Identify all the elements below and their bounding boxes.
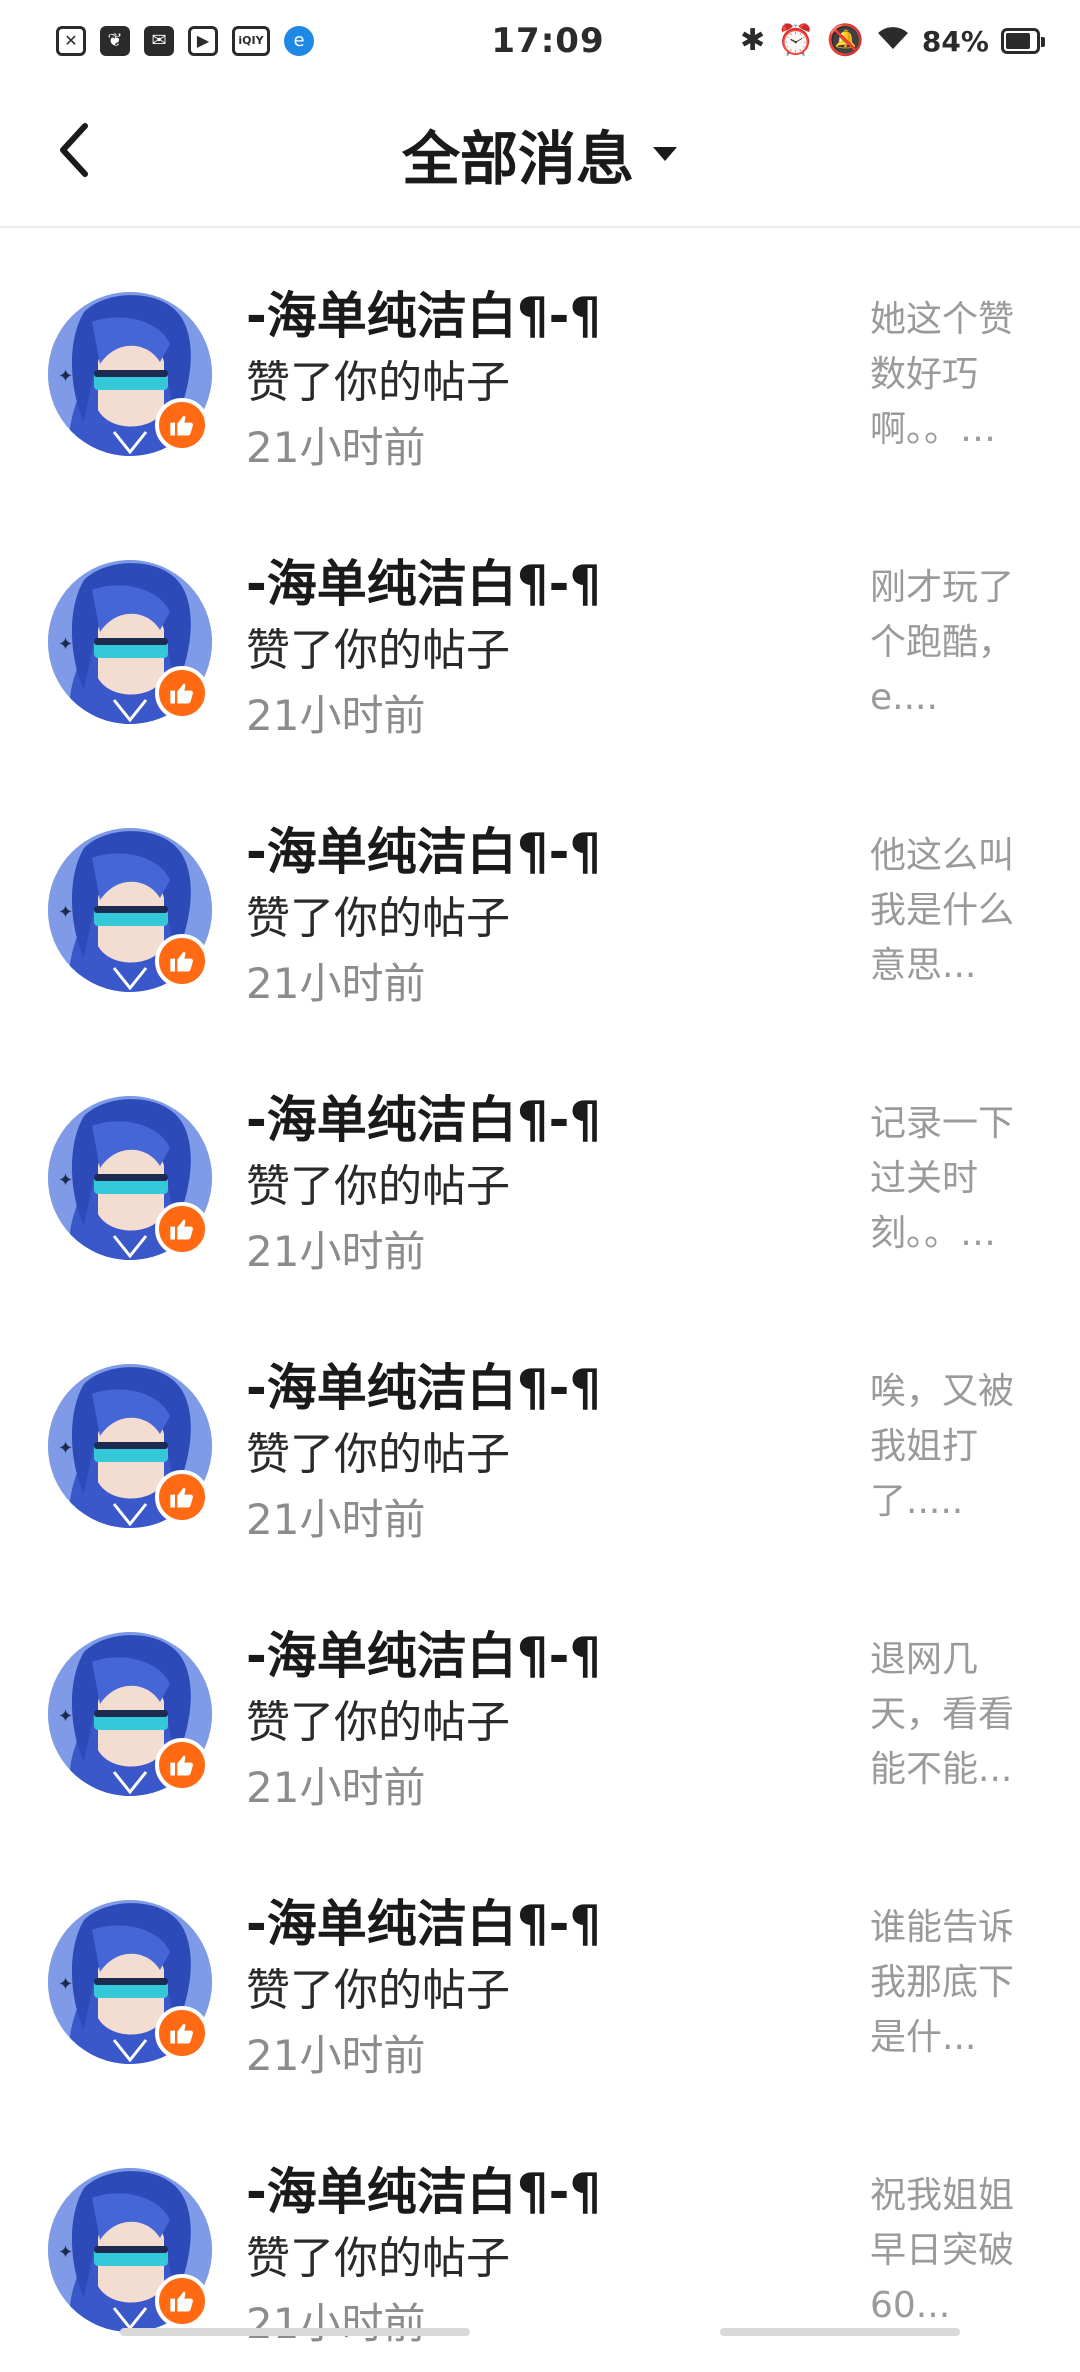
like-badge: [155, 398, 209, 452]
status-bar-app-icons: ✕ ❦ ✉ ▶ iQIY e: [56, 26, 356, 56]
message-item[interactable]: ✦ -海单纯洁白¶-¶ 赞了你的帖子 21小时前 退网几 天，看看 能不能...: [0, 1568, 1080, 1836]
thumbs-up-icon: [170, 683, 193, 704]
battery-icon: [1000, 28, 1046, 54]
svg-text:✦: ✦: [58, 2242, 73, 2263]
message-item[interactable]: ✦ -海单纯洁白¶-¶ 赞了你的帖子 21小时前 她这个赞 数好巧 啊。。…: [0, 228, 1080, 496]
like-badge: [155, 2006, 209, 2060]
message-action-text: 赞了你的帖子: [246, 1429, 510, 1480]
message-timestamp: 21小时前: [246, 1495, 426, 1544]
svg-text:✦: ✦: [58, 366, 73, 387]
edge-icon: e: [284, 26, 314, 56]
battery-level: [1005, 33, 1031, 49]
like-badge: [155, 2274, 209, 2328]
message-timestamp: 21小时前: [246, 1763, 426, 1812]
back-button[interactable]: [44, 120, 104, 180]
post-preview[interactable]: 记录一下 过关时 刻。。…: [870, 1096, 1030, 1261]
message-action-text: 赞了你的帖子: [246, 625, 510, 676]
message-action-text: 赞了你的帖子: [246, 1965, 510, 2016]
scroll-indicator: [120, 2328, 470, 2336]
chevron-left-icon: [60, 123, 88, 177]
sender-name[interactable]: -海单纯洁白¶-¶: [246, 1348, 601, 1420]
post-preview[interactable]: 唉，又被 我姐打 了.....: [870, 1364, 1030, 1529]
status-time: 17:09: [491, 21, 605, 61]
scroll-indicator-secondary: [720, 2328, 960, 2336]
like-badge: [155, 1202, 209, 1256]
status-bar: ✕ ❦ ✉ ▶ iQIY e 17:09 ✱ ⏰ 🔕 84%: [0, 0, 1080, 82]
like-badge: [155, 666, 209, 720]
thumbs-up-icon: [170, 415, 193, 436]
message-timestamp: 21小时前: [246, 423, 426, 472]
play-icon: ▶: [188, 26, 218, 56]
status-bar-system-icons: ✱ ⏰ 🔕 84%: [740, 23, 1046, 58]
sender-name[interactable]: -海单纯洁白¶-¶: [246, 2152, 601, 2224]
iqiyi-icon: iQIY: [232, 26, 270, 56]
mute-icon: 🔕: [826, 23, 864, 58]
thumbs-up-icon: [170, 2291, 193, 2312]
thumbs-up-icon: [170, 1487, 193, 1508]
like-badge: [155, 1470, 209, 1524]
post-preview[interactable]: 刚才玩了 个跑酷， e....: [870, 560, 1030, 725]
message-timestamp: 21小时前: [246, 691, 426, 740]
sender-name[interactable]: -海单纯洁白¶-¶: [246, 1884, 601, 1956]
post-preview[interactable]: 他这么叫 我是什么 意思...: [870, 828, 1030, 993]
message-action-text: 赞了你的帖子: [246, 893, 510, 944]
alarm-icon: ⏰: [777, 23, 815, 58]
message-timestamp: 21小时前: [246, 1227, 426, 1276]
message-filter-dropdown[interactable]: 全部消息: [402, 112, 678, 196]
thumbs-up-icon: [170, 2023, 193, 2044]
message-timestamp: 21小时前: [246, 2031, 426, 2080]
post-preview[interactable]: 祝我姐姐 早日突破 60...: [870, 2168, 1030, 2333]
sender-name[interactable]: -海单纯洁白¶-¶: [246, 1616, 601, 1688]
message-action-text: 赞了你的帖子: [246, 2233, 510, 2284]
message-action-text: 赞了你的帖子: [246, 1161, 510, 1212]
message-item[interactable]: ✦ -海单纯洁白¶-¶ 赞了你的帖子 21小时前 记录一下 过关时 刻。。…: [0, 1032, 1080, 1300]
message-item[interactable]: ✦ -海单纯洁白¶-¶ 赞了你的帖子 21小时前 谁能告诉 我那底下 是什...: [0, 1836, 1080, 2104]
x-box-icon: ✕: [56, 26, 86, 56]
page-title: 全部消息: [401, 125, 634, 193]
message-item[interactable]: ✦ -海单纯洁白¶-¶ 赞了你的帖子 21小时前 唉，又被 我姐打 了.....: [0, 1300, 1080, 1568]
wifi-icon: [876, 25, 910, 57]
sender-name[interactable]: -海单纯洁白¶-¶: [246, 276, 601, 348]
top-app-bar: 全部消息: [0, 82, 1080, 228]
like-badge: [155, 1738, 209, 1792]
post-preview[interactable]: 她这个赞 数好巧 啊。。…: [870, 292, 1030, 457]
sender-name[interactable]: -海单纯洁白¶-¶: [246, 812, 601, 884]
thumbs-up-icon: [170, 1755, 193, 1776]
bluetooth-icon: ✱: [740, 23, 766, 58]
svg-text:✦: ✦: [58, 1706, 73, 1727]
message-item[interactable]: ✦ -海单纯洁白¶-¶ 赞了你的帖子 21小时前 刚才玩了 个跑酷， e....: [0, 496, 1080, 764]
post-preview[interactable]: 谁能告诉 我那底下 是什...: [870, 1900, 1030, 2065]
svg-text:✦: ✦: [58, 1974, 73, 1995]
battery-percentage: 84%: [921, 24, 989, 58]
sender-name[interactable]: -海单纯洁白¶-¶: [246, 544, 601, 616]
post-preview[interactable]: 退网几 天，看看 能不能...: [870, 1632, 1030, 1797]
mail-icon: ✉: [144, 26, 174, 56]
message-item[interactable]: ✦ -海单纯洁白¶-¶ 赞了你的帖子 21小时前 他这么叫 我是什么 意思...: [0, 764, 1080, 1032]
message-action-text: 赞了你的帖子: [246, 357, 510, 408]
sender-name[interactable]: -海单纯洁白¶-¶: [246, 1080, 601, 1152]
svg-text:✦: ✦: [58, 634, 73, 655]
leaf-icon: ❦: [100, 26, 130, 56]
caret-down-icon: [653, 147, 677, 161]
thumbs-up-icon: [170, 951, 193, 972]
svg-text:✦: ✦: [58, 1170, 73, 1191]
thumbs-up-icon: [170, 1219, 193, 1240]
svg-text:✦: ✦: [58, 902, 73, 923]
message-timestamp: 21小时前: [246, 959, 426, 1008]
svg-text:✦: ✦: [58, 1438, 73, 1459]
message-list: ✦ -海单纯洁白¶-¶ 赞了你的帖子 21小时前 她这个赞 数好巧 啊。。… ✦…: [0, 228, 1080, 2372]
like-badge: [155, 934, 209, 988]
message-timestamp: 21小时前: [246, 2299, 426, 2348]
message-action-text: 赞了你的帖子: [246, 1697, 510, 1748]
